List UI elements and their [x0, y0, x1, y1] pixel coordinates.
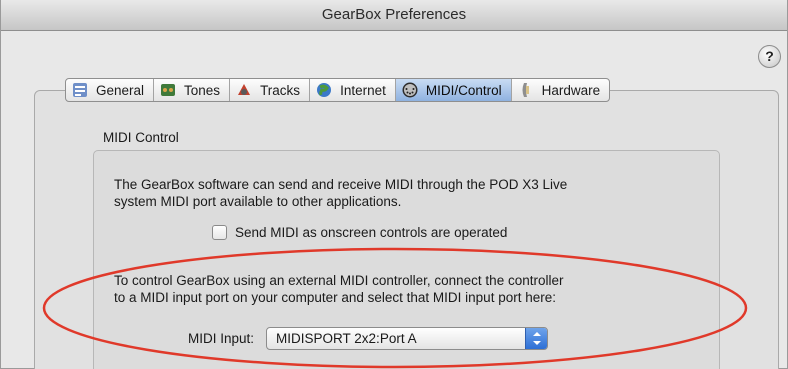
description-line: The GearBox software can send and receiv… — [114, 177, 568, 192]
hardware-icon — [522, 83, 529, 97]
send-midi-checkbox-label[interactable]: Send MIDI as onscreen controls are opera… — [235, 225, 507, 240]
tracks-icon — [238, 84, 251, 95]
tab-midi-control[interactable]: MIDI/Control — [395, 79, 512, 101]
tab-label: General — [96, 82, 145, 98]
midi-input-row: MIDI Input: MIDISPORT 2x2:Port A — [188, 327, 549, 350]
description-line: system MIDI port available to other appl… — [114, 194, 402, 209]
preferences-tab-bar: General Tones Tracks Internet MIDI/Contr… — [65, 78, 611, 102]
tab-hardware[interactable]: Hardware — [512, 79, 610, 101]
tab-label: Tracks — [260, 82, 301, 98]
tab-label: MIDI/Control — [425, 82, 502, 98]
external-controller-description: To control GearBox using an external MID… — [114, 272, 694, 306]
tones-icon — [161, 84, 176, 96]
midi-connector-icon — [402, 82, 418, 98]
preferences-window: GearBox Preferences ? General Tones Trac… — [0, 0, 788, 369]
popup-arrows-icon — [525, 328, 548, 349]
midi-input-label: MIDI Input: — [188, 331, 255, 346]
midi-input-value: MIDISPORT 2x2:Port A — [276, 331, 417, 346]
internet-icon — [317, 83, 332, 97]
midi-control-group-label: MIDI Control — [103, 130, 179, 145]
tab-internet[interactable]: Internet — [310, 79, 396, 101]
send-midi-option[interactable]: Send MIDI as onscreen controls are opera… — [212, 225, 507, 240]
general-icon — [73, 83, 87, 97]
description-line: To control GearBox using an external MID… — [114, 273, 564, 288]
tab-general[interactable]: General — [66, 79, 155, 101]
help-button[interactable]: ? — [758, 45, 781, 68]
tab-label: Hardware — [541, 82, 601, 98]
title-bar[interactable]: GearBox Preferences — [1, 0, 787, 31]
send-midi-checkbox[interactable] — [212, 225, 227, 240]
tab-tones[interactable]: Tones — [154, 79, 231, 101]
tab-label: Tones — [184, 82, 221, 98]
description-line: to a MIDI input port on your computer an… — [114, 290, 556, 305]
window-title: GearBox Preferences — [321, 6, 467, 23]
midi-input-popup[interactable]: MIDISPORT 2x2:Port A — [266, 327, 549, 350]
tab-tracks[interactable]: Tracks — [230, 79, 311, 101]
midi-through-description: The GearBox software can send and receiv… — [114, 176, 694, 210]
tab-label: Internet — [340, 82, 386, 98]
